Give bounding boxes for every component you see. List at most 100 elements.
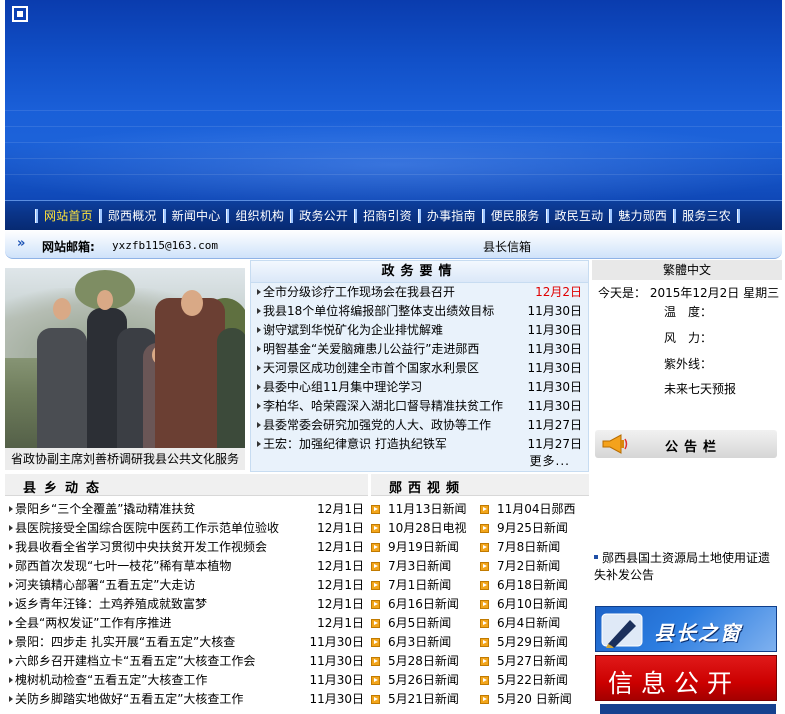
gov-news-item[interactable]: 县委中心组11月集中理论学习 11月30日: [251, 378, 588, 397]
county-news-item-title[interactable]: 六郎乡召开建档立卡“五看五定”大核查工作会: [15, 654, 255, 668]
video-item-label[interactable]: 6月3日新闻: [388, 633, 451, 652]
video-item-label[interactable]: 7月1日新闻: [388, 576, 451, 595]
nav-item[interactable]: 郧西概况: [93, 201, 157, 231]
nav-link[interactable]: 组织机构: [235, 207, 284, 224]
video-item[interactable]: 6月4日新闻: [480, 614, 589, 633]
county-news-item-title[interactable]: 郧西首次发现“七叶一枝花”稀有草本植物: [15, 559, 231, 573]
county-news-item[interactable]: 全县“两权发证”工作有序推进 12月1日: [5, 614, 368, 633]
nav-link[interactable]: 政民互动: [555, 207, 604, 224]
seven-day-forecast-link[interactable]: 未来七天预报: [664, 380, 736, 397]
nav-item[interactable]: 网站首页: [29, 201, 93, 231]
site-email-address[interactable]: yxzfb115@163.com: [112, 239, 218, 252]
notice-item[interactable]: 郧西县国土资源局土地使用证遗失补发公告: [594, 550, 780, 584]
video-item-label[interactable]: 11月04日郧西: [497, 500, 576, 519]
video-item[interactable]: 6月18日新闻: [480, 576, 589, 595]
county-news-item[interactable]: 景阳乡“三个全覆盖”撬动精准扶贫 12月1日: [5, 500, 368, 519]
mayor-mailbox-link[interactable]: 县长信箱: [483, 238, 531, 255]
traditional-chinese-link[interactable]: 繁體中文: [592, 260, 782, 280]
video-item-label[interactable]: 6月4日新闻: [497, 614, 560, 633]
county-news-item[interactable]: 槐树机动检查“五看五定”大核查工作 11月30日: [5, 671, 368, 690]
site-logo-icon[interactable]: [12, 6, 28, 22]
video-item[interactable]: 7月2日新闻: [480, 557, 589, 576]
nav-link[interactable]: 服务三农: [682, 207, 731, 224]
nav-item[interactable]: 办事指南: [412, 201, 476, 231]
gov-news-item-title[interactable]: 我县18个单位将编报部门整体支出绩效目标: [263, 304, 494, 318]
gov-news-item-title[interactable]: 天河景区成功创建全市首个国家水利景区: [263, 361, 479, 375]
nav-item[interactable]: 便民服务: [476, 201, 540, 231]
gov-news-item[interactable]: 谢守斌到华悦矿化为企业排忧解难 11月30日: [251, 321, 588, 340]
gov-news-item-title[interactable]: 全市分级诊疗工作现场会在我县召开: [263, 285, 455, 299]
video-item[interactable]: 5月28日新闻: [371, 652, 480, 671]
video-item[interactable]: 5月20 日新闻: [480, 690, 589, 709]
gov-news-item-title[interactable]: 王宏：加强纪律意识 打造执纪铁军: [263, 437, 447, 451]
county-news-item-title[interactable]: 景阳：四步走 扎实开展“五看五定”大核查: [15, 635, 235, 649]
video-item-label[interactable]: 6月10日新闻: [497, 595, 568, 614]
nav-item[interactable]: 政民互动: [540, 201, 604, 231]
video-item[interactable]: 6月16日新闻: [371, 595, 480, 614]
nav-link[interactable]: 政务公开: [299, 207, 348, 224]
nav-link[interactable]: 便民服务: [491, 207, 540, 224]
county-news-item[interactable]: 关防乡脚踏实地做好“五看五定”大核查工作 11月30日: [5, 690, 368, 709]
video-item-label[interactable]: 6月5日新闻: [388, 614, 451, 633]
gov-news-item[interactable]: 全市分级诊疗工作现场会在我县召开 12月2日: [251, 283, 588, 302]
video-item-label[interactable]: 5月20 日新闻: [497, 690, 572, 709]
video-item[interactable]: 5月21日新闻: [371, 690, 480, 709]
county-news-item[interactable]: 我县收看全省学习贯彻中央扶贫开发工作视频会 12月1日: [5, 538, 368, 557]
county-news-item-title[interactable]: 我县收看全省学习贯彻中央扶贫开发工作视频会: [15, 540, 267, 554]
county-news-item[interactable]: 景阳：四步走 扎实开展“五看五定”大核查 11月30日: [5, 633, 368, 652]
video-item-label[interactable]: 6月16日新闻: [388, 595, 459, 614]
video-item[interactable]: 9月25日新闻: [480, 519, 589, 538]
county-news-item-title[interactable]: 全县“两权发证”工作有序推进: [15, 616, 171, 630]
video-item-label[interactable]: 10月28日电视: [388, 519, 467, 538]
video-item-label[interactable]: 7月8日新闻: [497, 538, 560, 557]
nav-link[interactable]: 郧西概况: [108, 207, 157, 224]
mayor-window-banner[interactable]: 县长之窗: [595, 606, 777, 652]
video-item-label[interactable]: 5月28日新闻: [388, 652, 459, 671]
county-news-item[interactable]: 县医院接受全国综合医院中医药工作示范单位验收 12月1日: [5, 519, 368, 538]
gov-news-item[interactable]: 我县18个单位将编报部门整体支出绩效目标 11月30日: [251, 302, 588, 321]
video-item-label[interactable]: 6月18日新闻: [497, 576, 568, 595]
county-news-item[interactable]: 六郎乡召开建档立卡“五看五定”大核查工作会 11月30日: [5, 652, 368, 671]
next-banner-strip[interactable]: [600, 704, 776, 714]
gov-news-item[interactable]: 县委常委会研究加强党的人大、政协等工作 11月27日: [251, 416, 588, 435]
photo-caption[interactable]: 省政协副主席刘善桥调研我县公共文化服务: [5, 448, 245, 470]
nav-item[interactable]: 魅力郧西: [603, 201, 667, 231]
video-item[interactable]: 10月28日电视: [371, 519, 480, 538]
video-item-label[interactable]: 7月3日新闻: [388, 557, 451, 576]
gov-news-item[interactable]: 李柏华、哈荣霞深入湖北口督导精准扶贫工作 11月30日: [251, 397, 588, 416]
county-news-item-title[interactable]: 槐树机动检查“五看五定”大核查工作: [15, 673, 207, 687]
video-item[interactable]: 7月3日新闻: [371, 557, 480, 576]
county-news-item-title[interactable]: 返乡青年汪锋：土鸡养殖成就致富梦: [15, 597, 207, 611]
nav-item[interactable]: 组织机构: [220, 201, 284, 231]
gov-news-item-title[interactable]: 县委中心组11月集中理论学习: [263, 380, 422, 394]
gov-news-item[interactable]: 天河景区成功创建全市首个国家水利景区 11月30日: [251, 359, 588, 378]
gov-news-item-title[interactable]: 谢守斌到华悦矿化为企业排忧解难: [263, 323, 443, 337]
video-item-label[interactable]: 9月25日新闻: [497, 519, 568, 538]
nav-item[interactable]: 政务公开: [284, 201, 348, 231]
nav-link[interactable]: 办事指南: [427, 207, 476, 224]
video-item[interactable]: 6月10日新闻: [480, 595, 589, 614]
video-item[interactable]: 5月26日新闻: [371, 671, 480, 690]
video-item[interactable]: 5月29日新闻: [480, 633, 589, 652]
gov-news-item-title[interactable]: 县委常委会研究加强党的人大、政协等工作: [263, 418, 491, 432]
nav-item[interactable]: 服务三农: [667, 201, 731, 231]
video-item-label[interactable]: 7月2日新闻: [497, 557, 560, 576]
county-news-item-title[interactable]: 河夹镇精心部署“五看五定”大走访: [15, 578, 195, 592]
nav-link[interactable]: 招商引资: [363, 207, 412, 224]
video-item[interactable]: 5月27日新闻: [480, 652, 589, 671]
video-item[interactable]: 9月19日新闻: [371, 538, 480, 557]
news-photo[interactable]: [5, 268, 245, 448]
county-news-item[interactable]: 河夹镇精心部署“五看五定”大走访 12月1日: [5, 576, 368, 595]
video-item[interactable]: 6月3日新闻: [371, 633, 480, 652]
video-item-label[interactable]: 5月21日新闻: [388, 690, 459, 709]
video-item[interactable]: 6月5日新闻: [371, 614, 480, 633]
county-news-item-title[interactable]: 县医院接受全国综合医院中医药工作示范单位验收: [15, 521, 279, 535]
video-item[interactable]: 11月13日新闻: [371, 500, 480, 519]
video-item[interactable]: 5月22日新闻: [480, 671, 589, 690]
gov-news-item-title[interactable]: 明智基金“关爱脑瘫患儿公益行”走进郧西: [263, 342, 479, 356]
nav-link[interactable]: 魅力郧西: [618, 207, 667, 224]
video-item[interactable]: 7月8日新闻: [480, 538, 589, 557]
county-news-item[interactable]: 郧西首次发现“七叶一枝花”稀有草本植物 12月1日: [5, 557, 368, 576]
gov-news-more-link[interactable]: 更多...: [530, 452, 570, 469]
nav-item[interactable]: 招商引资: [348, 201, 412, 231]
